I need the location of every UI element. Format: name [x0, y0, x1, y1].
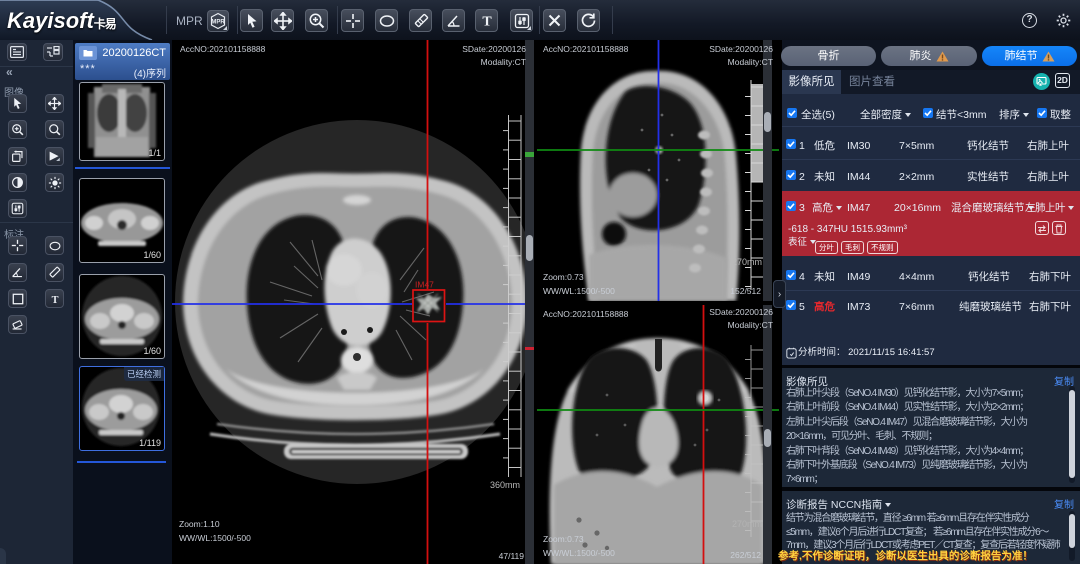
svg-text:IM47: IM47 — [415, 280, 434, 290]
svg-text:MPR: MPR — [211, 20, 225, 26]
svg-text:T: T — [51, 294, 58, 304]
svg-text:T: T — [482, 15, 492, 29]
